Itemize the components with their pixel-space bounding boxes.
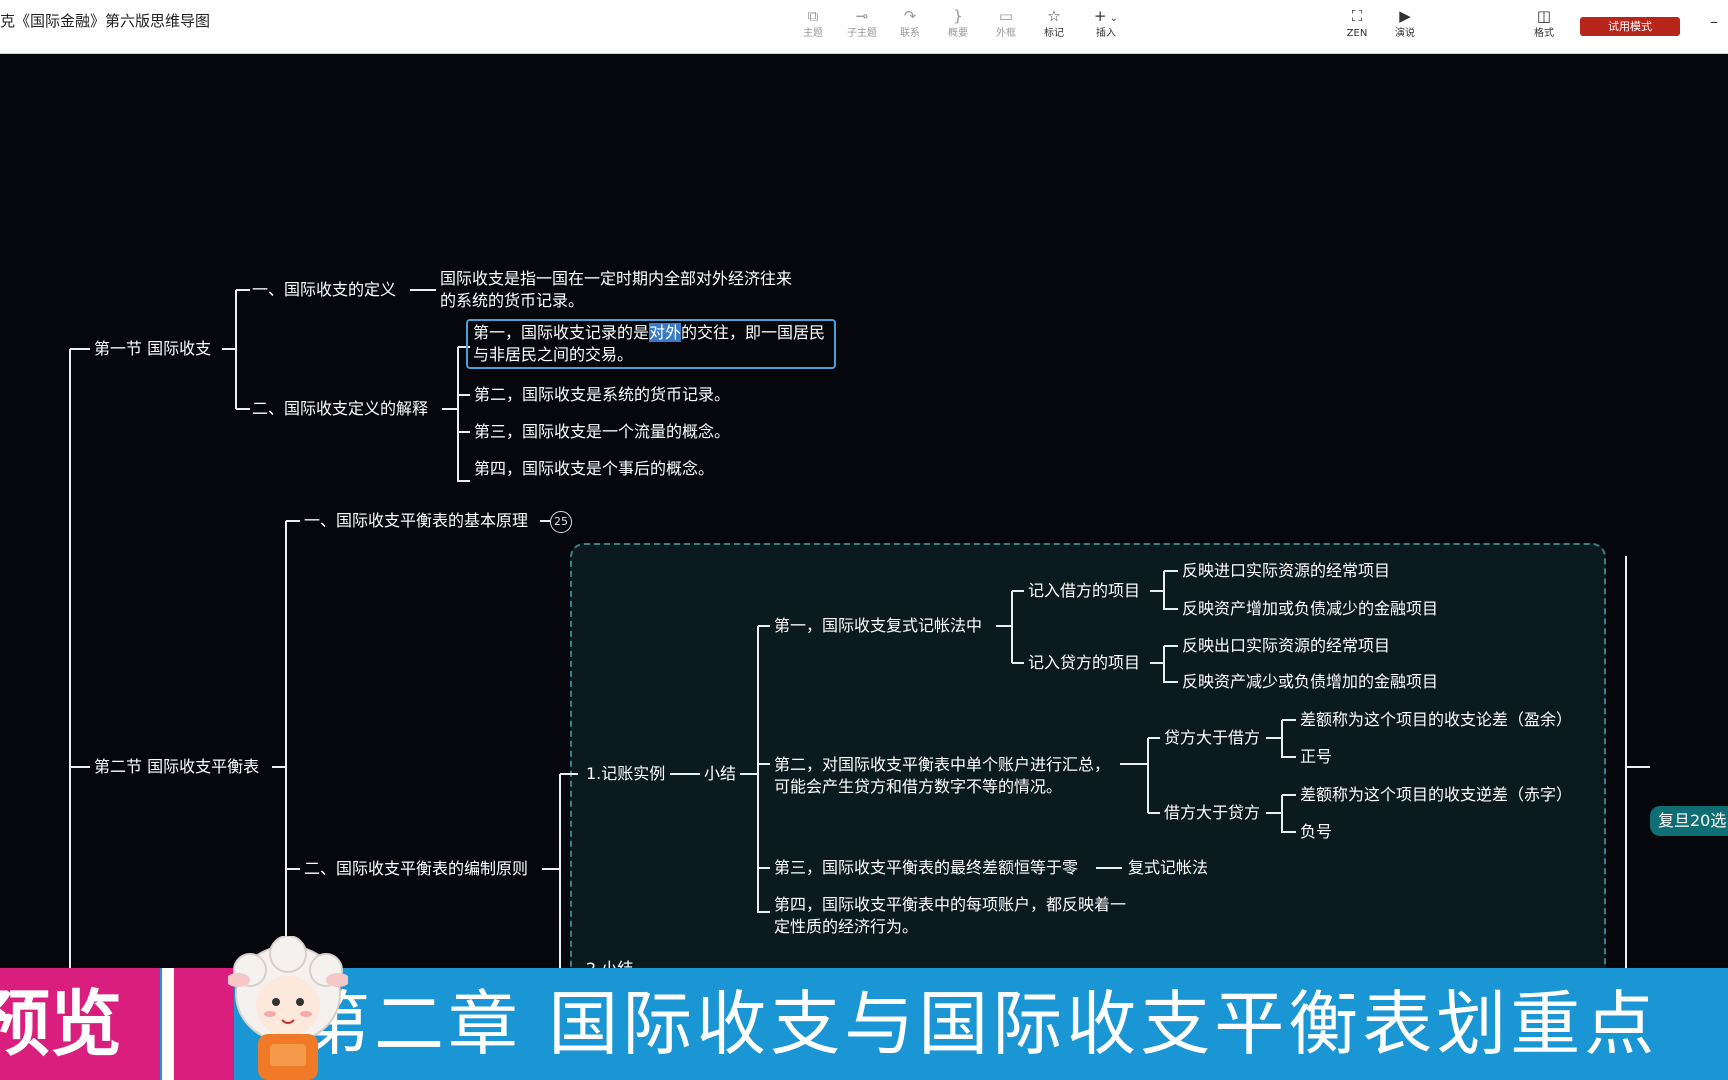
sheep-mascot-icon xyxy=(228,936,348,1080)
section2-topic[interactable]: 第二节 国际收支平衡表 xyxy=(94,756,259,778)
boundary-icon: ▭ xyxy=(998,7,1014,25)
document-title: 克《国际金融》第六版思维导图 xyxy=(0,12,211,30)
relationship-icon: ↷ xyxy=(903,7,917,25)
p1-topic[interactable]: 第一，国际收支复式记帐法中 xyxy=(774,615,982,637)
summary-label: 概要 xyxy=(948,28,968,39)
debit-greater-topic[interactable]: 借方大于贷方 xyxy=(1164,802,1260,824)
deficit-text[interactable]: 差额称为这个项目的收支逆差（赤字） xyxy=(1300,784,1572,806)
star-icon: ☆ xyxy=(1047,7,1061,25)
first-point-text-a: 第一，国际收支记录的是 xyxy=(473,323,650,342)
explanation-topic[interactable]: 二、国际收支定义的解释 xyxy=(252,398,428,420)
third-point[interactable]: 第三，国际收支是一个流量的概念。 xyxy=(474,421,730,443)
fullscreen-icon: ⛶ xyxy=(1351,7,1363,25)
format-button[interactable]: ◫ 格式 xyxy=(1520,6,1568,40)
fourth-point[interactable]: 第四，国际收支是个事后的概念。 xyxy=(474,458,714,480)
banner-accent xyxy=(174,968,234,1080)
marker-button[interactable]: ☆ 标记 xyxy=(1030,6,1078,40)
topic-label: 主题 xyxy=(803,28,823,39)
top-toolbar: 克《国际金融》第六版思维导图 ⧉ 主题 ⊸ 子主题 ↷ 联系 } 概要 ▭ 外框… xyxy=(0,0,1728,54)
subtopic-icon: ⊸ xyxy=(855,7,869,25)
subtopic-label: 子主题 xyxy=(847,28,877,39)
credit-topic[interactable]: 记入贷方的项目 xyxy=(1028,652,1140,674)
insert-label: 插入 xyxy=(1096,28,1116,39)
relationship-label: 联系 xyxy=(900,28,920,39)
positive-sign[interactable]: 正号 xyxy=(1300,746,1332,768)
summary-button[interactable]: } 概要 xyxy=(934,6,982,40)
banner-left-text: 预览 xyxy=(0,981,123,1066)
double-entry-topic[interactable]: 复式记帐法 xyxy=(1128,857,1208,879)
insert-button[interactable]: + ⌄ 插入 xyxy=(1082,6,1130,40)
p4-topic[interactable]: 第四，国际收支平衡表中的每项账户，都反映着一定性质的经济行为。 xyxy=(774,894,1134,938)
subtopic-button[interactable]: ⊸ 子主题 xyxy=(838,6,886,40)
p3-topic[interactable]: 第三，国际收支平衡表的最终差额恒等于零 xyxy=(774,857,1078,879)
compile-topic[interactable]: 二、国际收支平衡表的编制原则 xyxy=(304,858,528,880)
boundary-button[interactable]: ▭ 外框 xyxy=(982,6,1030,40)
trial-mode-button[interactable]: 试用模式 xyxy=(1580,17,1680,36)
topic-icon: ⧉ xyxy=(807,7,819,25)
banner-title: 第二章 国际收支与国际收支平衡表划重点 xyxy=(300,983,1659,1065)
credit-greater-topic[interactable]: 贷方大于借方 xyxy=(1164,727,1260,749)
credit-item-a[interactable]: 反映出口实际资源的经常项目 xyxy=(1182,635,1390,657)
side-tag[interactable]: 复旦20选 xyxy=(1650,806,1728,836)
relationship-button[interactable]: ↷ 联系 xyxy=(886,6,934,40)
credit-item-b[interactable]: 反映资产减少或负债增加的金融项目 xyxy=(1182,671,1438,693)
format-panel-icon: ◫ xyxy=(1536,7,1552,25)
collapsed-count-badge[interactable]: 25 xyxy=(550,511,572,533)
topic-button[interactable]: ⧉ 主题 xyxy=(789,6,837,40)
debit-item-b[interactable]: 反映资产增加或负债减少的金融项目 xyxy=(1182,598,1438,620)
plus-icon: + ⌄ xyxy=(1093,7,1119,25)
present-label: 演说 xyxy=(1395,28,1415,39)
principle-topic[interactable]: 一、国际收支平衡表的基本原理 xyxy=(304,510,528,532)
present-button[interactable]: ▶ 演说 xyxy=(1381,6,1429,40)
marker-label: 标记 xyxy=(1044,28,1064,39)
banner-divider xyxy=(162,968,174,1080)
mindmap-canvas[interactable]: 第一节 国际收支 一、国际收支的定义 国际收支是指一国在一定时期内全部对外经济往… xyxy=(0,54,1728,1080)
debit-item-a[interactable]: 反映进口实际资源的经常项目 xyxy=(1182,560,1390,582)
boundary-label: 外框 xyxy=(996,28,1016,39)
first-point-selected[interactable]: 第一，国际收支记录的是对外的交往，即一国居民与非居民之间的交易。 xyxy=(466,319,836,369)
present-icon: ▶ xyxy=(1399,7,1411,25)
negative-sign[interactable]: 负号 xyxy=(1300,821,1332,843)
format-label: 格式 xyxy=(1534,28,1554,39)
minimize-icon[interactable]: – xyxy=(1710,12,1718,31)
section1-topic[interactable]: 第一节 国际收支 xyxy=(94,338,211,360)
summary-icon: } xyxy=(953,7,963,25)
p2-topic[interactable]: 第二，对国际收支平衡表中单个账户进行汇总，可能会产生贷方和借方数字不等的情况。 xyxy=(774,754,1120,798)
surplus-text[interactable]: 差额称为这个项目的收支论差（盈余） xyxy=(1300,709,1572,731)
summary-topic[interactable]: 小结 xyxy=(704,763,736,785)
banner-left-panel: 预览 xyxy=(0,968,160,1080)
highlighted-text: 对外 xyxy=(649,323,682,342)
definition-topic[interactable]: 一、国际收支的定义 xyxy=(252,279,396,301)
example-topic[interactable]: 1.记账实例 xyxy=(586,763,665,785)
zen-button[interactable]: ⛶ ZEN xyxy=(1333,6,1381,40)
debit-topic[interactable]: 记入借方的项目 xyxy=(1028,580,1140,602)
second-point[interactable]: 第二，国际收支是系统的货币记录。 xyxy=(474,384,730,406)
definition-text[interactable]: 国际收支是指一国在一定时期内全部对外经济往来的系统的货币记录。 xyxy=(440,268,800,312)
zen-label: ZEN xyxy=(1346,28,1368,39)
